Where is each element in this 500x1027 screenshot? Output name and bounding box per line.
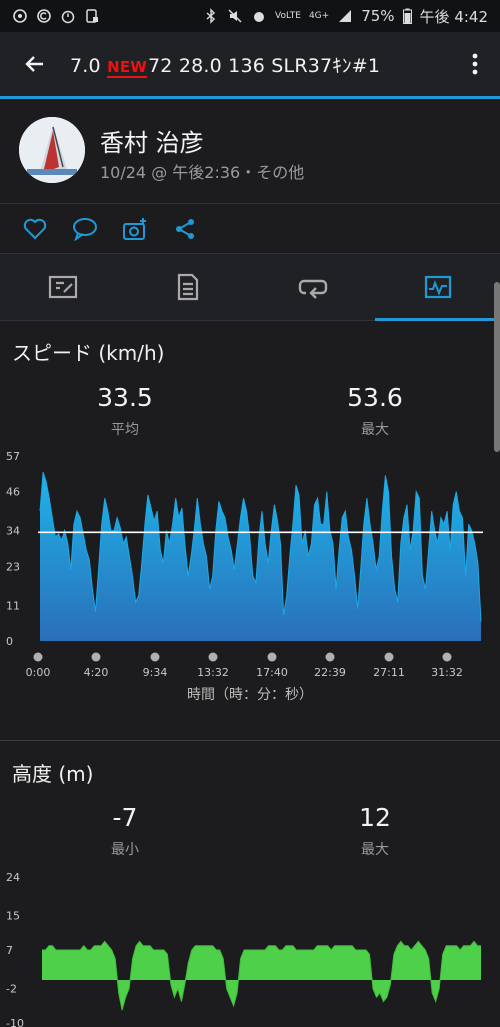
y-tick-label: 57 <box>6 450 20 463</box>
x-tick-dot <box>208 652 218 662</box>
activity-title: 7.0 NEW72 28.0 136 SLR37ｷﾝ#1 <box>70 51 450 78</box>
add-photo-icon <box>123 217 146 240</box>
tab-laps[interactable] <box>250 254 375 320</box>
scrollbar[interactable] <box>494 282 500 452</box>
elevation-min-label: 最小 <box>111 842 139 858</box>
y-tick-label: -2 <box>6 983 17 996</box>
y-tick-label: -10 <box>6 1017 24 1027</box>
user-name[interactable]: 香村 治彦 <box>100 123 204 158</box>
clock: 午後 4:42 <box>419 7 488 26</box>
speed-max-label: 最大 <box>361 422 389 438</box>
like-button[interactable] <box>22 216 48 242</box>
volte-icon: VoLTE <box>275 11 301 21</box>
bluetooth-icon <box>206 8 216 24</box>
chart-icon <box>424 275 451 299</box>
tab-details[interactable] <box>125 254 250 320</box>
battery-icon <box>402 8 412 24</box>
add-photo-button[interactable] <box>122 216 148 242</box>
tab-bar <box>0 254 500 321</box>
network-type: 4G+ <box>308 11 330 21</box>
y-tick-label: 34 <box>6 525 20 538</box>
avatar[interactable] <box>19 117 85 183</box>
x-tick-label: 22:39 <box>314 666 346 679</box>
action-bar <box>0 204 500 254</box>
y-tick-label: 46 <box>6 486 20 499</box>
tab-summary[interactable] <box>0 254 125 320</box>
elevation-title: 高度 (m) <box>12 762 94 786</box>
x-tick-label: 0:00 <box>26 666 51 679</box>
y-tick-label: 0 <box>6 635 13 648</box>
series-area <box>42 941 481 1011</box>
tab-charts[interactable] <box>375 254 500 321</box>
x-tick-dot <box>442 652 452 662</box>
x-tick-label: 27:11 <box>373 666 405 679</box>
elevation-min-value: -7 <box>112 803 138 832</box>
sync-icon <box>13 9 27 23</box>
activity-meta: 10/24 @ 午後2:36・その他 <box>100 163 305 182</box>
signal-icon <box>339 10 352 22</box>
status-left <box>12 8 100 24</box>
x-tick-label: 13:32 <box>197 666 229 679</box>
y-tick-label: 7 <box>6 944 13 957</box>
elevation-max-value: 12 <box>359 803 391 832</box>
x-tick-dot <box>150 652 160 662</box>
speed-avg-label: 平均 <box>111 422 139 438</box>
x-tick-label: 17:40 <box>256 666 288 679</box>
speed-chart[interactable]: 57 46 34 23 11 0 0:00 4:20 9:34 13:32 17:40 22:39 27… <box>0 445 500 685</box>
timer-icon <box>61 10 75 24</box>
heart-icon <box>23 218 47 239</box>
speed-x-axis-label: 時間（時：分：秒） <box>187 687 313 703</box>
status-right: VoLTE 4G+ 75% 午後 4:42 <box>203 6 488 27</box>
back-arrow-icon <box>25 56 43 72</box>
y-tick-label: 23 <box>6 560 20 573</box>
comment-button[interactable] <box>72 216 98 242</box>
speed-max-value: 53.6 <box>347 383 403 412</box>
share-icon <box>176 218 194 239</box>
app-bar: 7.0 NEW72 28.0 136 SLR37ｷﾝ#1 <box>0 32 500 96</box>
section-divider <box>0 740 500 741</box>
title-prefix: 7.0 <box>70 54 108 77</box>
comment-icon <box>73 217 97 241</box>
x-tick-dot <box>33 652 43 662</box>
device-icon <box>86 9 98 23</box>
series-area <box>40 472 481 641</box>
status-bar: VoLTE 4G+ 75% 午後 4:42 <box>0 0 500 32</box>
copyright-icon <box>37 9 51 23</box>
x-tick-dot <box>91 652 101 662</box>
share-button[interactable] <box>172 216 198 242</box>
profile-header: 香村 治彦 10/24 @ 午後2:36・その他 <box>0 99 500 204</box>
speed-title: スピード (km/h) <box>12 341 165 365</box>
x-tick-dot <box>325 652 335 662</box>
x-tick-label: 9:34 <box>143 666 168 679</box>
y-tick-label: 11 <box>6 599 20 612</box>
elevation-chart[interactable]: 24 15 7 -2 -10 <box>0 866 500 1027</box>
speed-avg-value: 33.5 <box>97 383 153 412</box>
x-tick-dot <box>384 652 394 662</box>
new-badge: NEW <box>107 57 148 78</box>
x-tick-dot <box>267 652 277 662</box>
laps-icon <box>298 279 327 299</box>
y-tick-label: 24 <box>6 871 20 884</box>
more-vert-icon <box>472 53 478 75</box>
more-options-button[interactable] <box>450 32 500 96</box>
y-tick-label: 15 <box>6 910 20 923</box>
mute-icon <box>228 9 242 23</box>
x-tick-label: 4:20 <box>84 666 109 679</box>
elevation-max-label: 最大 <box>361 842 389 858</box>
battery-percent: 75% <box>361 7 395 25</box>
back-button[interactable] <box>0 32 70 96</box>
summary-icon <box>48 275 77 299</box>
details-icon <box>177 273 198 301</box>
x-tick-label: 31:32 <box>431 666 463 679</box>
avatar-image <box>19 117 85 183</box>
alarm-icon <box>254 12 265 22</box>
title-suffix: 72 28.0 136 SLR37ｷﾝ#1 <box>148 54 381 77</box>
